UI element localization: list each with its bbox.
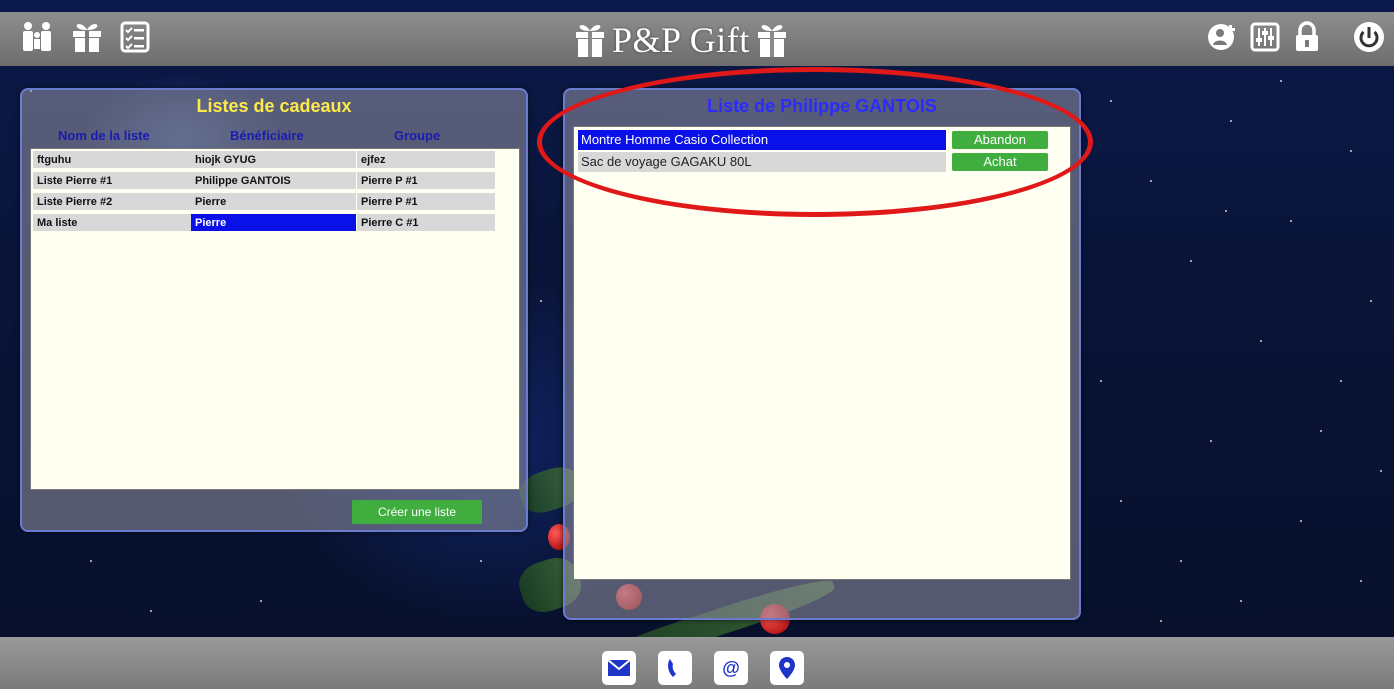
list-item[interactable]: Montre Homme Casio Collection Abandon	[578, 130, 1048, 150]
gift-name: Sac de voyage GAGAKU 80L	[578, 152, 946, 172]
footer-bar: @	[0, 637, 1394, 689]
column-header-beneficiary: Bénéficiaire	[230, 128, 304, 143]
gift-icon	[576, 25, 604, 57]
gift-items-list: Montre Homme Casio Collection Abandon Sa…	[573, 126, 1071, 580]
abandon-button[interactable]: Abandon	[952, 131, 1048, 149]
group-cell: Pierre P #1	[357, 193, 495, 211]
beneficiary-gift-list-panel: Liste de Philippe GANTOIS Montre Homme C…	[563, 88, 1081, 620]
list-name-cell: ftguhu	[33, 151, 191, 169]
list-name-cell: Liste Pierre #1	[33, 172, 191, 190]
lock-icon[interactable]	[1290, 20, 1324, 54]
power-icon[interactable]	[1352, 20, 1386, 54]
gift-lists-table: ftguhu hiojk GYUG ejfez Liste Pierre #1 …	[30, 148, 520, 490]
table-row[interactable]: Liste Pierre #2 Pierre Pierre P #1	[33, 193, 495, 211]
list-item[interactable]: Sac de voyage GAGAKU 80L Achat	[578, 152, 1048, 172]
table-row[interactable]: Liste Pierre #1 Philippe GANTOIS Pierre …	[33, 172, 495, 190]
at-icon[interactable]: @	[714, 651, 748, 685]
list-name-cell: Ma liste	[33, 214, 191, 232]
settings-sliders-icon[interactable]	[1248, 20, 1282, 54]
checklist-icon[interactable]	[118, 20, 152, 54]
create-list-button[interactable]: Créer une liste	[352, 500, 482, 524]
gift-lists-panel: Listes de cadeaux Nom de la liste Bénéfi…	[20, 88, 528, 532]
panel-title: Liste de Philippe GANTOIS	[707, 96, 937, 116]
gift-icon	[757, 25, 786, 57]
group-cell: Pierre C #1	[357, 214, 495, 232]
mail-icon[interactable]	[602, 651, 636, 685]
family-icon[interactable]	[20, 20, 54, 54]
table-row[interactable]: ftguhu hiojk GYUG ejfez	[33, 151, 495, 169]
list-name-cell: Liste Pierre #2	[33, 193, 191, 211]
phone-icon[interactable]	[658, 651, 692, 685]
column-header-list-name: Nom de la liste	[58, 128, 150, 143]
group-cell: ejfez	[357, 151, 495, 169]
beneficiary-cell: Pierre	[191, 214, 356, 232]
beneficiary-cell: Pierre	[191, 193, 356, 211]
gift-name: Montre Homme Casio Collection	[578, 130, 946, 150]
panel-title: Listes de cadeaux	[196, 96, 352, 116]
add-user-icon[interactable]	[1206, 20, 1240, 54]
gift-icon[interactable]	[70, 20, 104, 54]
brand: P&P Gift	[574, 20, 788, 60]
purchase-button[interactable]: Achat	[952, 153, 1048, 171]
top-toolbar: P&P Gift	[0, 12, 1394, 66]
column-header-group: Groupe	[394, 128, 441, 143]
group-cell: Pierre P #1	[357, 172, 495, 190]
app-title: P&P Gift	[612, 20, 750, 60]
location-pin-icon[interactable]	[770, 651, 804, 685]
table-row[interactable]: Ma liste Pierre Pierre C #1	[33, 214, 495, 232]
beneficiary-cell: hiojk GYUG	[191, 151, 356, 169]
beneficiary-cell: Philippe GANTOIS	[191, 172, 356, 190]
